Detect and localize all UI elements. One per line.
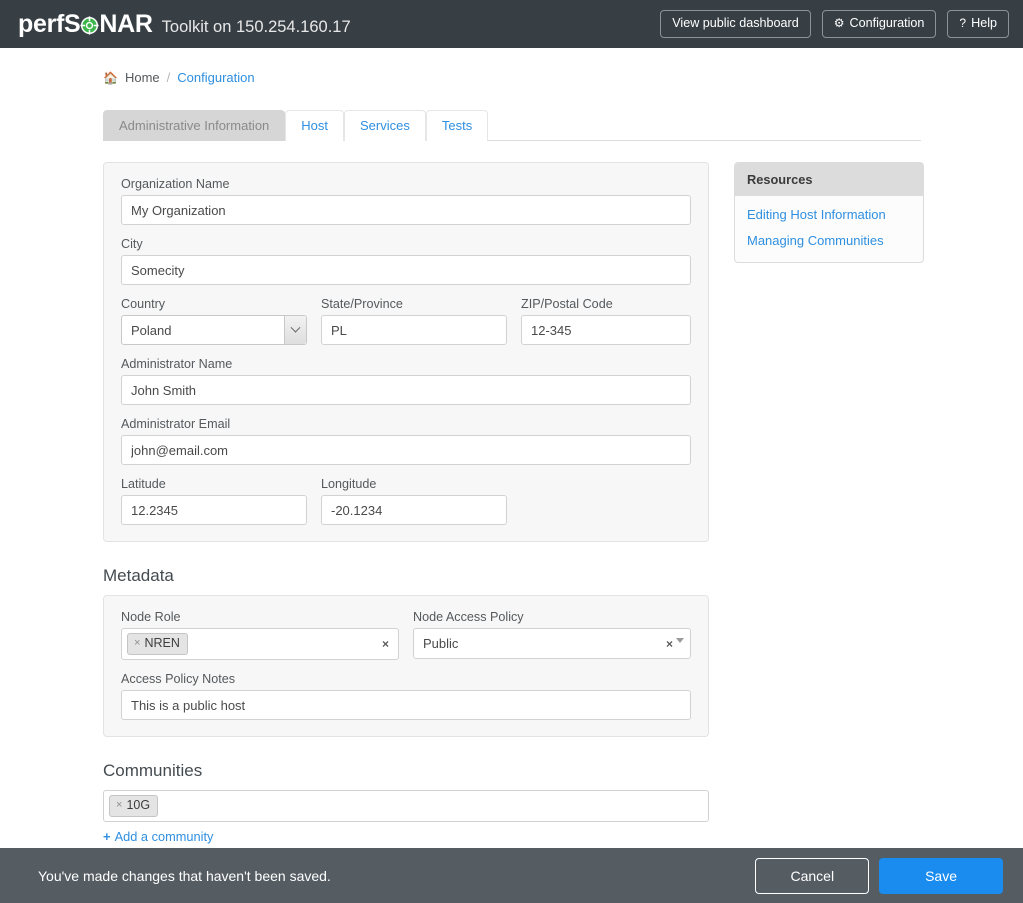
perfsonar-logo: perfS NAR	[18, 10, 153, 39]
community-token-label: 10G	[126, 798, 151, 812]
administrator-email-group: Administrator Email	[121, 417, 691, 465]
navbar-actions: View public dashboard ⚙ Configuration ? …	[660, 9, 1009, 39]
administrator-email-label: Administrator Email	[121, 417, 231, 431]
resources-links: Editing Host Information Managing Commun…	[735, 196, 923, 262]
help-label: Help	[971, 15, 997, 30]
main-column: Organization Name City Country Poland	[103, 162, 709, 846]
node-access-policy-select[interactable]: Public ×	[413, 628, 691, 659]
communities-tokenbox[interactable]: × 10G	[103, 790, 709, 822]
coordinates-row: Latitude Longitude	[121, 477, 691, 525]
state-province-group: State/Province	[321, 297, 507, 345]
node-access-policy-value: Public	[423, 636, 459, 651]
metadata-panel: Node Role × NREN × Node Access Policy Pu…	[103, 595, 709, 737]
node-role-clear-icon[interactable]: ×	[382, 638, 389, 650]
cancel-button[interactable]: Cancel	[755, 857, 870, 894]
configuration-label: Configuration	[849, 15, 925, 30]
content-area: Organization Name City Country Poland	[0, 162, 1023, 846]
location-row: Country Poland State/Province ZI	[121, 297, 691, 345]
add-community-label: Add a community	[114, 829, 214, 844]
city-label: City	[121, 237, 143, 251]
communities-heading: Communities	[103, 761, 203, 780]
node-role-group: Node Role × NREN ×	[121, 610, 399, 660]
breadcrumb-separator: /	[166, 70, 171, 85]
latitude-input[interactable]	[121, 495, 307, 525]
country-label: Country	[121, 297, 166, 311]
tab-services[interactable]: Services	[344, 109, 426, 141]
node-access-policy-label: Node Access Policy	[413, 610, 524, 624]
gear-icon: ⚙	[833, 15, 845, 30]
country-select-wrap: Poland	[121, 315, 307, 345]
coordinates-spacer	[521, 477, 691, 525]
metadata-row: Node Role × NREN × Node Access Policy Pu…	[121, 610, 691, 660]
savebar-actions: Cancel Save	[755, 857, 1003, 894]
token-remove-icon[interactable]: ×	[134, 638, 140, 649]
organization-name-label: Organization Name	[121, 177, 230, 191]
administrator-email-input[interactable]	[121, 435, 691, 465]
logo-text-suffix: NAR	[99, 9, 153, 38]
save-button[interactable]: Save	[879, 857, 1003, 894]
administrator-name-input[interactable]	[121, 375, 691, 405]
plus-icon: +	[103, 829, 111, 844]
latitude-group: Latitude	[121, 477, 307, 525]
longitude-input[interactable]	[321, 495, 507, 525]
breadcrumb-home[interactable]: Home	[125, 70, 160, 85]
configuration-button[interactable]: ⚙ Configuration	[821, 9, 937, 39]
longitude-group: Longitude	[321, 477, 507, 525]
zip-postal-code-input[interactable]	[521, 315, 691, 345]
city-group: City	[121, 237, 691, 285]
zip-postal-code-label: ZIP/Postal Code	[521, 297, 613, 311]
breadcrumb-configuration[interactable]: Configuration	[177, 70, 254, 85]
node-access-policy-clear-icon[interactable]: ×	[666, 638, 673, 650]
node-access-policy-group: Node Access Policy Public ×	[413, 610, 691, 660]
node-role-token[interactable]: × NREN	[127, 633, 188, 655]
token-remove-icon[interactable]: ×	[116, 800, 122, 811]
help-button[interactable]: ? Help	[947, 9, 1009, 39]
community-token[interactable]: × 10G	[109, 795, 159, 817]
tab-host[interactable]: Host	[285, 109, 345, 141]
access-policy-notes-input[interactable]	[121, 690, 691, 720]
brand: perfS NAR Toolkit on 150.254.160.17	[18, 10, 351, 39]
resources-panel: Resources Editing Host Information Manag…	[734, 162, 924, 263]
administrator-name-group: Administrator Name	[121, 357, 691, 405]
question-mark-icon: ?	[959, 15, 967, 30]
resource-link-managing-communities[interactable]: Managing Communities	[747, 233, 911, 248]
access-policy-notes-label: Access Policy Notes	[121, 672, 236, 686]
country-select[interactable]: Poland	[121, 315, 307, 345]
view-public-dashboard-label: View public dashboard	[672, 15, 799, 30]
add-community-link[interactable]: + Add a community	[103, 829, 213, 844]
zip-postal-code-group: ZIP/Postal Code	[521, 297, 691, 345]
node-role-tokenbox[interactable]: × NREN ×	[121, 628, 399, 660]
state-province-input[interactable]	[321, 315, 507, 345]
breadcrumb: 🏠 Home / Configuration	[0, 48, 1023, 85]
administrator-name-label: Administrator Name	[121, 357, 233, 371]
logo-text-prefix: perfS	[18, 9, 81, 38]
access-policy-notes-group: Access Policy Notes	[121, 672, 691, 720]
top-navbar: perfS NAR Toolkit on 150.254.160.17 View…	[0, 0, 1023, 48]
page-body: 🏠 Home / Configuration Administrative In…	[0, 48, 1023, 846]
longitude-label: Longitude	[321, 477, 377, 491]
view-public-dashboard-button[interactable]: View public dashboard	[660, 9, 811, 39]
node-role-token-label: NREN	[144, 636, 180, 650]
organization-name-group: Organization Name	[121, 177, 691, 225]
unsaved-changes-message: You've made changes that haven't been sa…	[38, 867, 331, 884]
country-group: Country Poland	[121, 297, 307, 345]
toolkit-host-label: Toolkit on 150.254.160.17	[161, 17, 351, 36]
target-crosshair-icon	[80, 15, 100, 35]
organization-name-input[interactable]	[121, 195, 691, 225]
home-icon: 🏠	[103, 70, 118, 85]
latitude-label: Latitude	[121, 477, 166, 491]
node-role-label: Node Role	[121, 610, 181, 624]
side-column: Resources Editing Host Information Manag…	[734, 162, 924, 263]
tab-tests[interactable]: Tests	[425, 109, 489, 141]
administrative-information-panel: Organization Name City Country Poland	[103, 162, 709, 542]
caret-down-icon	[676, 638, 684, 643]
resource-link-editing-host-information[interactable]: Editing Host Information	[747, 207, 911, 222]
state-province-label: State/Province	[321, 297, 403, 311]
city-input[interactable]	[121, 255, 691, 285]
tab-bar: Administrative Information Host Services…	[103, 109, 921, 141]
metadata-heading: Metadata	[103, 566, 174, 585]
unsaved-changes-bar: You've made changes that haven't been sa…	[0, 848, 1023, 903]
resources-title: Resources	[735, 163, 923, 196]
tab-administrative-information[interactable]: Administrative Information	[103, 109, 286, 141]
